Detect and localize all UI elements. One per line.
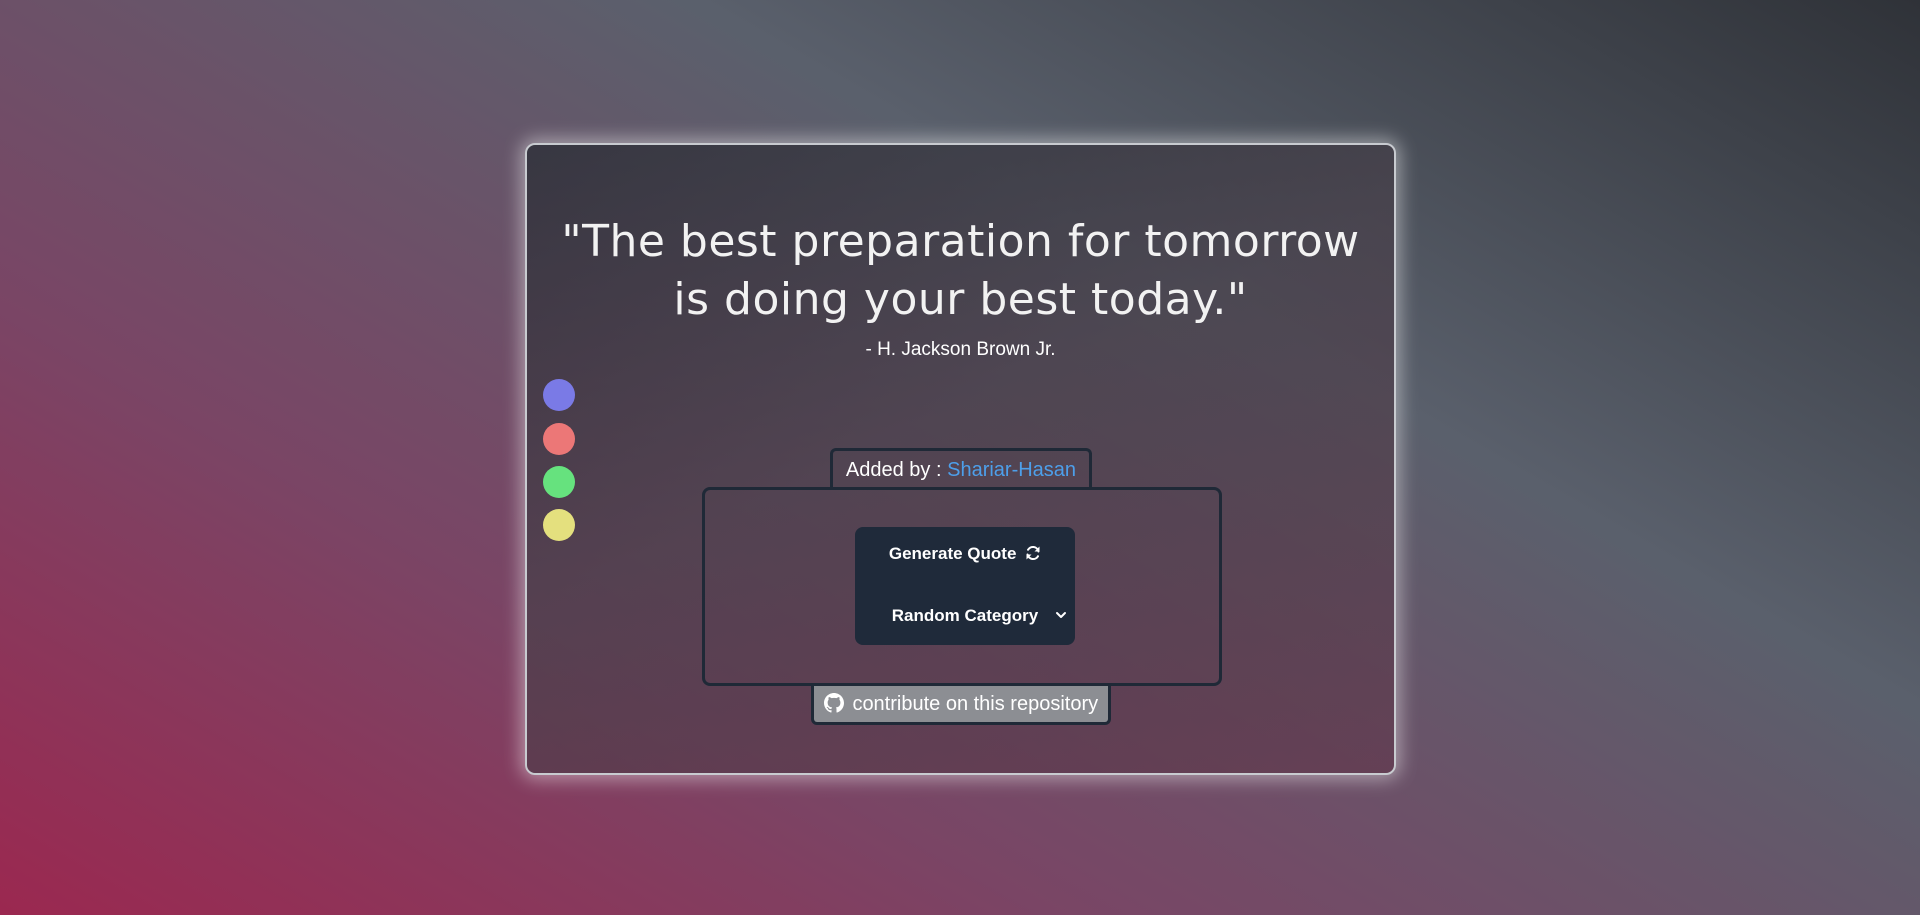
quote-text: "The best preparation for tomorrow is do… xyxy=(561,216,1360,325)
category-select[interactable]: Random Category xyxy=(855,606,1075,626)
generate-quote-label: Generate Quote xyxy=(888,544,1017,563)
chevron-down-icon xyxy=(1056,612,1066,618)
added-by: Added by : Shariar-Hasan xyxy=(830,448,1092,490)
theme-color-yellow[interactable] xyxy=(543,509,575,541)
github-icon xyxy=(823,693,844,713)
contribute-button[interactable]: contribute on this repository xyxy=(811,686,1111,725)
theme-color-green[interactable] xyxy=(543,466,575,498)
theme-color-red[interactable] xyxy=(543,423,575,455)
refresh-icon xyxy=(1026,545,1040,561)
contribute-label: contribute on this repository xyxy=(852,693,1099,715)
quote-author: - H. Jackson Brown Jr. xyxy=(865,339,1056,360)
added-by-label: Added by : xyxy=(845,459,948,481)
category-selected: Random Category xyxy=(891,606,1039,625)
added-by-user-link[interactable]: Shariar-Hasan xyxy=(947,459,1076,481)
control-inner: Generate Quote Random Category xyxy=(855,527,1075,645)
generate-quote-button[interactable]: Generate Quote xyxy=(855,544,1075,564)
control-panel: Generate Quote Random Category xyxy=(702,487,1222,686)
quote-card: "The best preparation for tomorrow is do… xyxy=(525,143,1396,775)
theme-color-purple[interactable] xyxy=(543,379,575,411)
